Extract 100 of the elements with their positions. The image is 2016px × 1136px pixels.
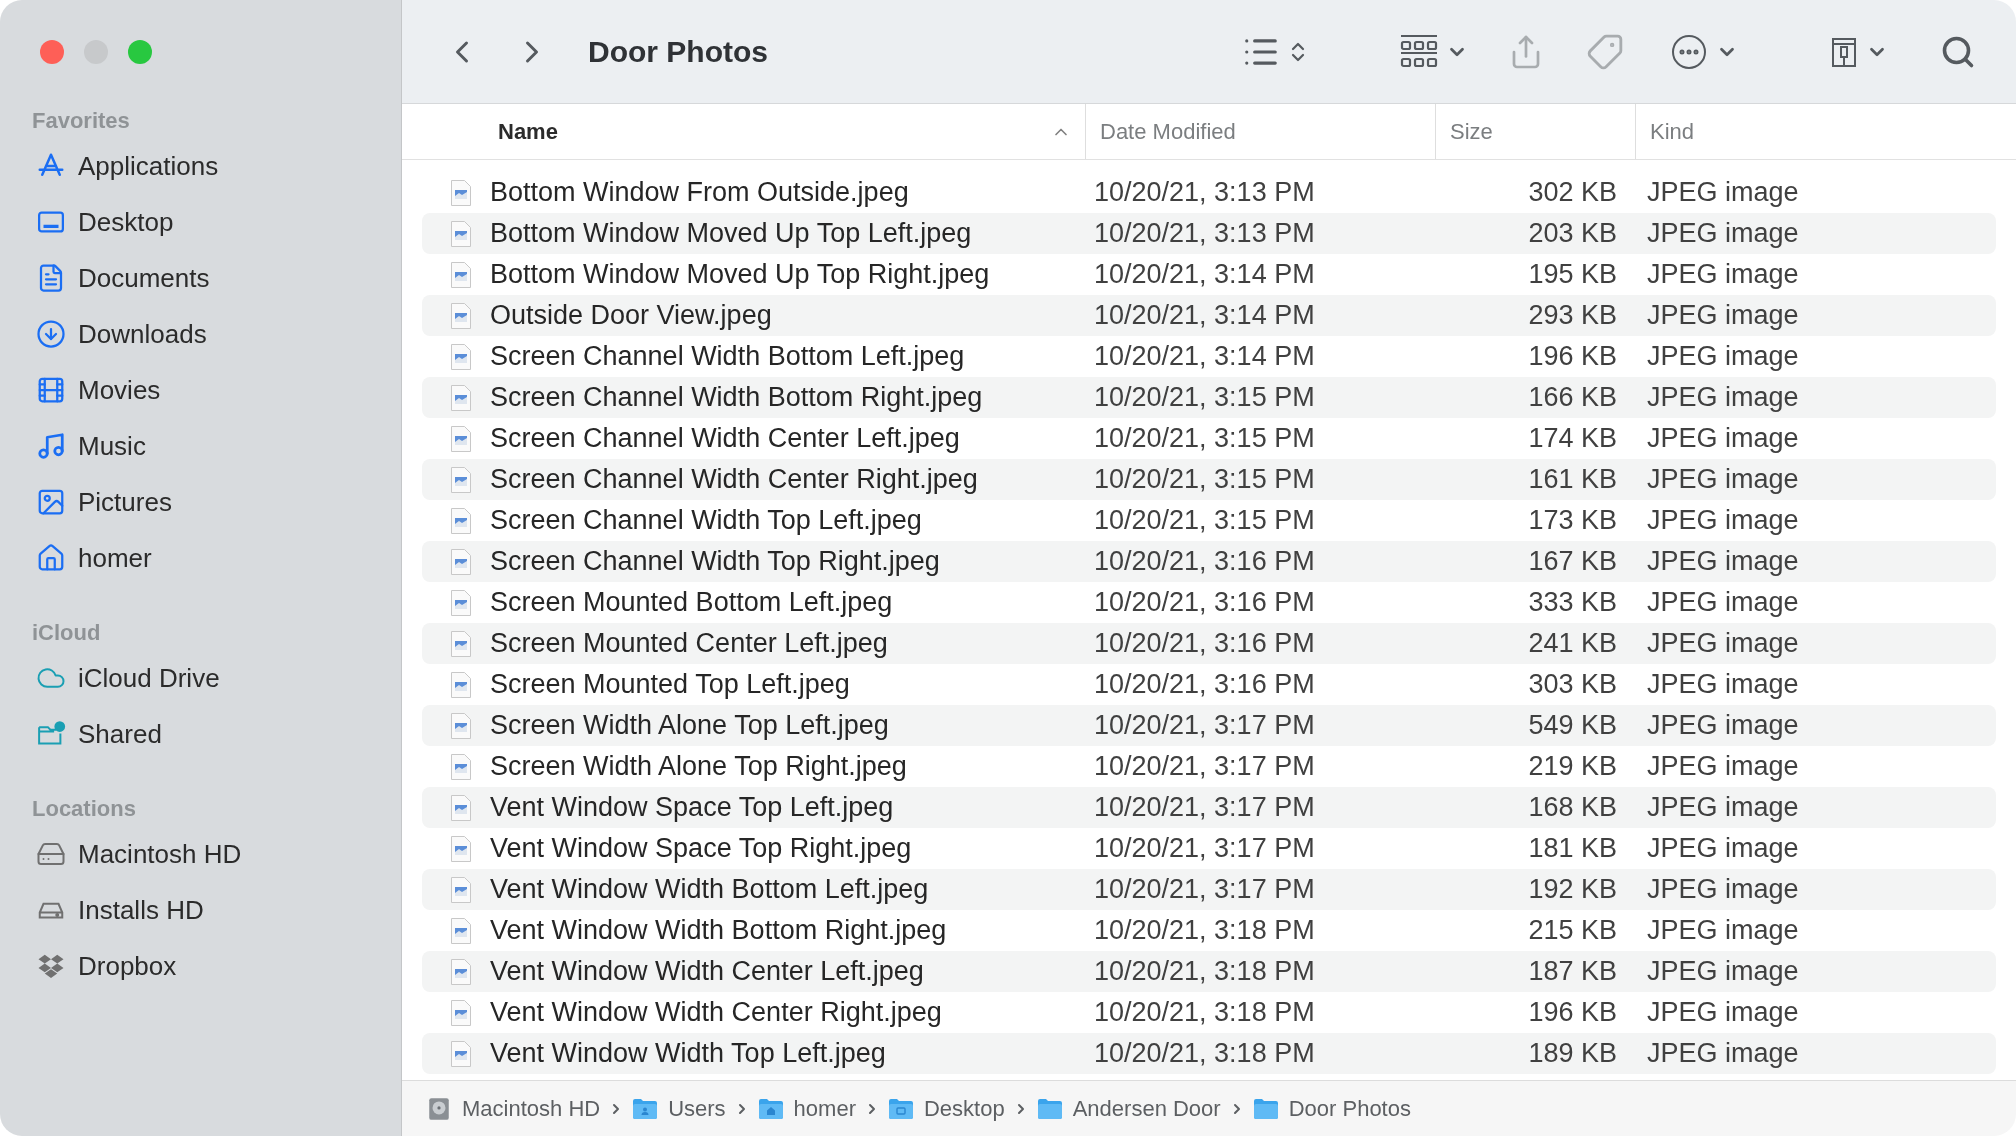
sidebar-item[interactable]: Documents xyxy=(0,250,401,306)
file-size: 161 KB xyxy=(1528,463,1617,497)
file-row[interactable]: Bottom Window From Outside.jpeg 10/20/21, 3:13 PM 302 KB JPEG image xyxy=(422,172,1996,213)
file-name: Bottom Window From Outside.jpeg xyxy=(490,176,909,210)
file-size: 174 KB xyxy=(1528,422,1617,456)
file-row[interactable]: Screen Width Alone Top Right.jpeg 10/20/21, 3:17 PM 219 KB JPEG image xyxy=(422,746,1996,787)
column-header[interactable]: Name xyxy=(490,104,1086,159)
sidebar-item[interactable]: Installs HD xyxy=(0,882,401,938)
file-kind: JPEG image xyxy=(1647,627,1799,661)
file-row[interactable]: Bottom Window Moved Up Top Left.jpeg 10/20/21, 3:13 PM 203 KB JPEG image xyxy=(422,213,1996,254)
file-row[interactable]: Vent Window Width Center Left.jpeg 10/20/21, 3:18 PM 187 KB JPEG image xyxy=(422,951,1996,992)
file-row[interactable]: Screen Width Alone Top Left.jpeg 10/20/21, 3:17 PM 549 KB JPEG image xyxy=(422,705,1996,746)
file-name: Vent Window Width Center Left.jpeg xyxy=(490,955,924,989)
file-size: 187 KB xyxy=(1528,955,1617,989)
file-row[interactable]: Vent Window Width Center Right.jpeg 10/20/21, 3:18 PM 196 KB JPEG image xyxy=(422,992,1996,1033)
sidebar-item[interactable]: Pictures xyxy=(0,474,401,530)
date-modified: 10/20/21, 3:16 PM xyxy=(1094,668,1315,702)
file-size: 302 KB xyxy=(1528,176,1617,210)
file-name: Bottom Window Moved Up Top Right.jpeg xyxy=(490,258,990,292)
grid-icon xyxy=(1400,33,1438,70)
image-file-icon xyxy=(450,957,472,986)
path-item[interactable]: Andersen Door xyxy=(1036,1092,1221,1125)
tag-icon xyxy=(1586,32,1624,71)
file-name: Screen Width Alone Top Left.jpeg xyxy=(490,709,889,743)
file-size: 168 KB xyxy=(1528,791,1617,825)
file-name: Vent Window Space Top Left.jpeg xyxy=(490,791,894,825)
file-kind: JPEG image xyxy=(1647,176,1799,210)
file-size: 219 KB xyxy=(1528,750,1617,784)
file-row[interactable]: Vent Window Width Bottom Right.jpeg 10/20/21, 3:18 PM 215 KB JPEG image xyxy=(422,910,1996,951)
file-row[interactable]: Screen Mounted Center Left.jpeg 10/20/21, 3:16 PM 241 KB JPEG image xyxy=(422,623,1996,664)
file-row[interactable]: Vent Window Width Top Left.jpeg 10/20/21, 3:18 PM 189 KB JPEG image xyxy=(422,1033,1996,1074)
image-file-icon xyxy=(450,875,472,904)
file-kind: JPEG image xyxy=(1647,832,1799,866)
path-item[interactable]: Macintosh HD xyxy=(426,1092,601,1125)
file-row[interactable]: Screen Mounted Bottom Left.jpeg 10/20/21, 3:16 PM 333 KB JPEG image xyxy=(422,582,1996,623)
file-name: Outside Door View.jpeg xyxy=(490,299,772,333)
image-file-icon xyxy=(450,916,472,945)
sidebar-item[interactable]: Macintosh HD xyxy=(0,826,401,882)
column-header[interactable]: Size xyxy=(1436,104,1636,159)
sidebar-item[interactable]: Shared xyxy=(0,706,401,762)
date-modified: 10/20/21, 3:15 PM xyxy=(1094,381,1315,415)
image-file-icon xyxy=(450,178,472,207)
sidebar-item[interactable]: Applications xyxy=(0,138,401,194)
image-file-icon xyxy=(450,219,472,248)
date-modified: 10/20/21, 3:18 PM xyxy=(1094,996,1315,1030)
sidebar-section-title: Locations xyxy=(31,795,136,823)
file-kind: JPEG image xyxy=(1647,217,1799,251)
sidebar-section-title: iCloud xyxy=(31,619,101,647)
file-size: 203 KB xyxy=(1528,217,1617,251)
file-row[interactable]: Screen Channel Width Top Left.jpeg 10/20/21, 3:15 PM 173 KB JPEG image xyxy=(422,500,1996,541)
file-size: 192 KB xyxy=(1528,873,1617,907)
path-item[interactable]: Users xyxy=(632,1092,726,1125)
date-modified: 10/20/21, 3:15 PM xyxy=(1094,504,1315,538)
date-modified: 10/20/21, 3:18 PM xyxy=(1094,955,1315,989)
sidebar-item[interactable]: homer xyxy=(0,530,401,586)
file-row[interactable]: Screen Channel Width Bottom Right.jpeg 10/20/21, 3:15 PM 166 KB JPEG image xyxy=(422,377,1996,418)
file-size: 241 KB xyxy=(1528,627,1617,661)
file-name: Screen Channel Width Top Left.jpeg xyxy=(490,504,922,538)
file-row[interactable]: Screen Channel Width Center Right.jpeg 10/20/21, 3:15 PM 161 KB JPEG image xyxy=(422,459,1996,500)
file-row[interactable]: Vent Window Width Bottom Left.jpeg 10/20/21, 3:17 PM 192 KB JPEG image xyxy=(422,869,1996,910)
file-row[interactable]: Vent Window Space Top Right.jpeg 10/20/21, 3:17 PM 181 KB JPEG image xyxy=(422,828,1996,869)
download-icon xyxy=(36,319,66,349)
image-file-icon xyxy=(450,711,472,740)
picture-icon xyxy=(36,487,66,517)
image-file-icon xyxy=(450,834,472,863)
file-row[interactable]: Screen Channel Width Center Left.jpeg 10/20/21, 3:15 PM 174 KB JPEG image xyxy=(422,418,1996,459)
file-size: 173 KB xyxy=(1528,504,1617,538)
sidebar-item[interactable]: Desktop xyxy=(0,194,401,250)
file-kind: JPEG image xyxy=(1647,1037,1799,1071)
column-header[interactable]: Date Modified xyxy=(1086,104,1436,159)
file-kind: JPEG image xyxy=(1647,914,1799,948)
file-name: Vent Window Width Top Left.jpeg xyxy=(490,1037,886,1071)
path-item[interactable]: Door Photos xyxy=(1252,1092,1411,1125)
date-modified: 10/20/21, 3:14 PM xyxy=(1094,258,1315,292)
date-modified: 10/20/21, 3:13 PM xyxy=(1094,176,1315,210)
file-row[interactable]: Screen Mounted Top Left.jpeg 10/20/21, 3:16 PM 303 KB JPEG image xyxy=(422,664,1996,705)
date-modified: 10/20/21, 3:14 PM xyxy=(1094,299,1315,333)
sidebar-item[interactable]: iCloud Drive xyxy=(0,650,401,706)
file-row[interactable]: Screen Channel Width Bottom Left.jpeg 10/20/21, 3:14 PM 196 KB JPEG image xyxy=(422,336,1996,377)
file-row[interactable]: Screen Channel Width Top Right.jpeg 10/20/21, 3:16 PM 167 KB JPEG image xyxy=(422,541,1996,582)
file-size: 333 KB xyxy=(1528,586,1617,620)
folder-icon xyxy=(1036,1097,1063,1120)
folder-icon xyxy=(757,1097,784,1120)
file-kind: JPEG image xyxy=(1647,299,1799,333)
file-row[interactable]: Outside Door View.jpeg 10/20/21, 3:14 PM 293 KB JPEG image xyxy=(422,295,1996,336)
image-file-icon xyxy=(450,342,472,371)
file-row[interactable]: Vent Window Space Top Left.jpeg 10/20/21, 3:17 PM 168 KB JPEG image xyxy=(422,787,1996,828)
date-modified: 10/20/21, 3:17 PM xyxy=(1094,709,1315,743)
date-modified: 10/20/21, 3:18 PM xyxy=(1094,914,1315,948)
sidebar-item[interactable]: Movies xyxy=(0,362,401,418)
file-row[interactable]: Bottom Window Moved Up Top Right.jpeg 10/20/21, 3:14 PM 195 KB JPEG image xyxy=(422,254,1996,295)
column-header[interactable]: Kind xyxy=(1636,104,1996,159)
path-item[interactable]: homer xyxy=(757,1092,856,1125)
sidebar-item[interactable]: Downloads xyxy=(0,306,401,362)
sidebar-item[interactable]: Music xyxy=(0,418,401,474)
date-modified: 10/20/21, 3:18 PM xyxy=(1094,1037,1315,1071)
path-item[interactable]: Desktop xyxy=(887,1092,1005,1125)
sidebar-item[interactable]: Dropbox xyxy=(0,938,401,994)
file-name: Vent Window Space Top Right.jpeg xyxy=(490,832,912,866)
date-modified: 10/20/21, 3:14 PM xyxy=(1094,340,1315,374)
